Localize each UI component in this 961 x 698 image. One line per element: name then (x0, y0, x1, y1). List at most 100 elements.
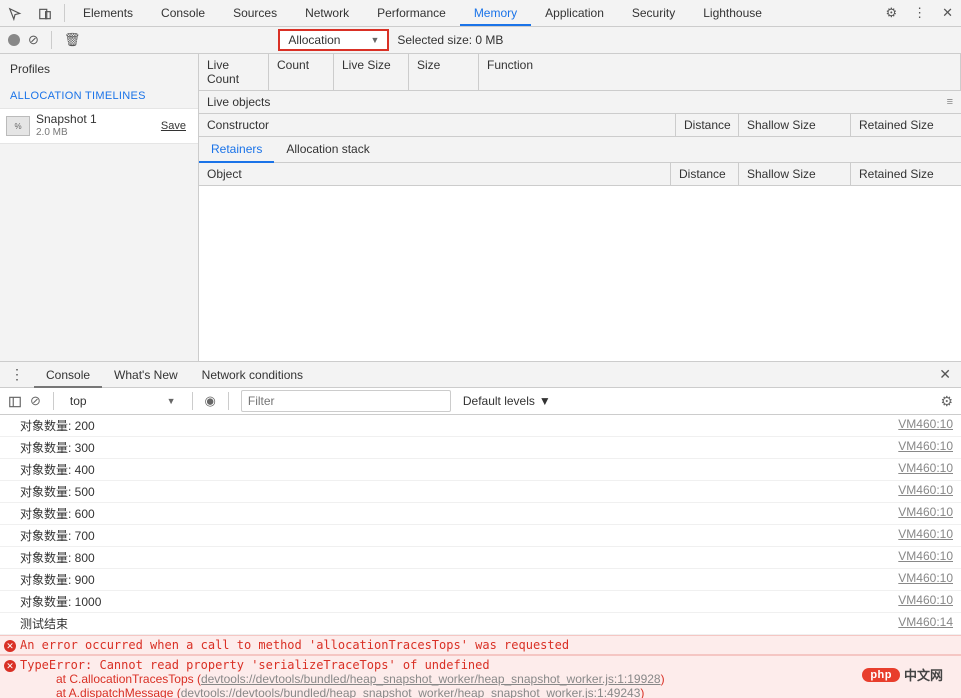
drawer-tab-network-conditions[interactable]: Network conditions (190, 362, 315, 388)
stack-link[interactable]: devtools://devtools/bundled/heap_snapsho… (201, 672, 661, 686)
save-link[interactable]: Save (161, 120, 186, 132)
col-live-size[interactable]: Live Size (334, 54, 409, 90)
col-shallow-size[interactable]: Shallow Size (739, 114, 851, 136)
drawer-kebab-icon[interactable]: ⋮ (0, 366, 34, 383)
profiles-sidebar: Profiles ALLOCATION TIMELINES % Snapshot… (0, 54, 199, 361)
tab-allocation-stack[interactable]: Allocation stack (274, 137, 381, 162)
console-body[interactable]: 对象数量: 200VM460:10对象数量: 300VM460:10对象数量: … (0, 415, 961, 698)
console-toolbar: ⊘ top ▼ ◉ Default levels ▼ ⚙ (0, 388, 961, 415)
php-badge: php (862, 668, 900, 682)
error-icon: ✕ (4, 640, 16, 652)
inspect-icon[interactable] (0, 1, 30, 25)
kebab-icon[interactable]: ⋮ (905, 1, 934, 25)
console-log-line: 对象数量: 600VM460:10 (0, 503, 961, 525)
tab-lighthouse[interactable]: Lighthouse (689, 0, 776, 26)
divider (64, 4, 65, 22)
log-source-link[interactable]: VM460:10 (898, 571, 953, 588)
col-distance[interactable]: Distance (676, 114, 739, 136)
stack-prefix: at C.allocationTracesTops ( (56, 672, 201, 686)
tab-security[interactable]: Security (618, 0, 689, 26)
log-source-link[interactable]: VM460:14 (898, 615, 953, 632)
log-source-link[interactable]: VM460:10 (898, 549, 953, 566)
console-settings-icon[interactable]: ⚙ (940, 393, 953, 410)
col-count[interactable]: Count (269, 54, 334, 90)
device-toggle-icon[interactable] (30, 1, 60, 25)
snapshot-text: Snapshot 1 2.0 MB (36, 113, 161, 139)
log-message: 测试结束 (20, 615, 898, 632)
sidebar-toggle-icon[interactable] (8, 393, 22, 409)
console-log-line: 对象数量: 1000VM460:10 (0, 591, 961, 613)
drawer-tab-console[interactable]: Console (34, 362, 102, 388)
col-object[interactable]: Object (199, 163, 671, 185)
record-icon[interactable] (8, 34, 20, 46)
col-function[interactable]: Function (479, 54, 961, 90)
trash-icon[interactable]: 🗑 (64, 32, 81, 48)
chevron-down-icon: ▼ (539, 394, 551, 408)
eye-icon[interactable]: ◉ (205, 393, 216, 409)
log-message: 对象数量: 700 (20, 527, 898, 544)
col-distance-2[interactable]: Distance (671, 163, 739, 185)
chevron-down-icon: ▼ (370, 35, 379, 45)
context-dropdown[interactable]: top ▼ (66, 392, 180, 410)
profiles-heading: Profiles (0, 54, 198, 84)
log-source-link[interactable]: VM460:10 (898, 505, 953, 522)
console-log-line: 对象数量: 700VM460:10 (0, 525, 961, 547)
tab-performance[interactable]: Performance (363, 0, 460, 26)
stack-frame: at C.allocationTracesTops (devtools://de… (20, 672, 665, 686)
drawer-tabstrip: ⋮ Console What's New Network conditions … (0, 361, 961, 388)
error-message: An error occurred when a call to method … (20, 638, 953, 652)
divider (51, 31, 52, 49)
log-source-link[interactable]: VM460:10 (898, 527, 953, 544)
perspective-dropdown[interactable]: Allocation ▼ (278, 29, 389, 51)
clear-console-icon[interactable]: ⊘ (30, 393, 41, 409)
log-message: 对象数量: 200 (20, 417, 898, 434)
console-log-line: 对象数量: 800VM460:10 (0, 547, 961, 569)
tab-elements[interactable]: Elements (69, 0, 147, 26)
log-source-link[interactable]: VM460:10 (898, 417, 953, 434)
log-source-link[interactable]: VM460:10 (898, 593, 953, 610)
console-error-line: ✕ An error occurred when a call to metho… (0, 635, 961, 655)
log-source-link[interactable]: VM460:10 (898, 461, 953, 478)
tab-network[interactable]: Network (291, 0, 363, 26)
drawer-tab-whats-new[interactable]: What's New (102, 362, 190, 388)
snapshot-title: Snapshot 1 (36, 113, 161, 126)
allocation-grid-header: Live Count Count Live Size Size Function (199, 54, 961, 91)
divider (228, 392, 229, 410)
col-retained-size[interactable]: Retained Size (851, 114, 961, 136)
memory-content: Live Count Count Live Size Size Function… (199, 54, 961, 361)
close-icon[interactable]: ✕ (934, 1, 961, 25)
stack-link[interactable]: devtools://devtools/bundled/heap_snapsho… (181, 686, 641, 698)
divider (53, 392, 54, 410)
tab-application[interactable]: Application (531, 0, 618, 26)
tab-retainers[interactable]: Retainers (199, 137, 274, 163)
col-live-count[interactable]: Live Count (199, 54, 269, 90)
log-message: 对象数量: 500 (20, 483, 898, 500)
snapshot-icon: % (6, 116, 30, 136)
error-icon: ✕ (4, 660, 16, 672)
devtools-tabstrip: Elements Console Sources Network Perform… (0, 0, 961, 27)
tab-sources[interactable]: Sources (219, 0, 291, 26)
snapshot-size: 2.0 MB (36, 126, 161, 139)
live-objects-bar: Live objects ≡ (199, 91, 961, 114)
clear-icon[interactable]: ⊘ (28, 32, 39, 48)
tab-console[interactable]: Console (147, 0, 219, 26)
menu-icon[interactable]: ≡ (947, 96, 953, 108)
console-log-line: 对象数量: 300VM460:10 (0, 437, 961, 459)
gear-icon[interactable]: ⚙ (877, 1, 905, 25)
log-source-link[interactable]: VM460:10 (898, 439, 953, 456)
tab-memory[interactable]: Memory (460, 0, 531, 26)
filter-input[interactable] (241, 390, 451, 412)
empty-grid-body (199, 186, 961, 361)
col-retained-size-2[interactable]: Retained Size (851, 163, 961, 185)
snapshot-item[interactable]: % Snapshot 1 2.0 MB Save (0, 108, 198, 144)
drawer-close-icon[interactable]: ✕ (929, 366, 961, 383)
watermark-logo: php 中文网 (862, 665, 943, 684)
log-source-link[interactable]: VM460:10 (898, 483, 953, 500)
stack-suffix: ) (640, 686, 644, 698)
col-shallow-size-2[interactable]: Shallow Size (739, 163, 851, 185)
col-constructor[interactable]: Constructor (199, 114, 676, 136)
stack-frame: at A.dispatchMessage (devtools://devtool… (20, 686, 644, 698)
col-size[interactable]: Size (409, 54, 479, 90)
allocation-timelines-heading: ALLOCATION TIMELINES (0, 84, 198, 108)
log-levels-dropdown[interactable]: Default levels ▼ (459, 392, 555, 410)
